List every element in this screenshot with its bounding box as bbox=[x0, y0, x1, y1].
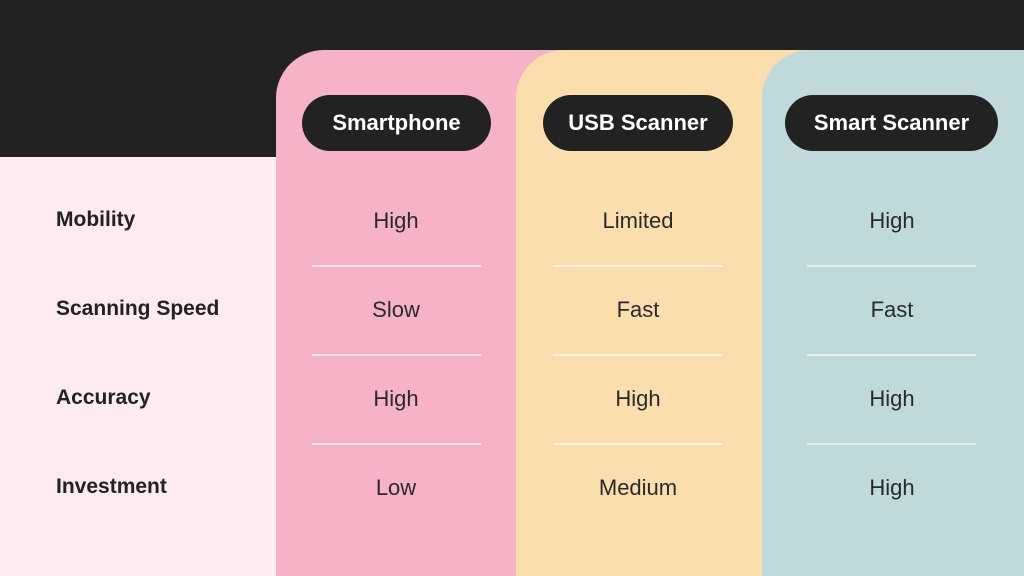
row-label-accuracy: Accuracy bbox=[56, 386, 151, 409]
column-header-smartphone: Smartphone bbox=[302, 95, 491, 151]
row-divider bbox=[553, 443, 722, 445]
row-divider bbox=[312, 354, 481, 356]
row-label-investment: Investment bbox=[56, 475, 167, 498]
cell: Limited bbox=[602, 208, 674, 233]
cell: High bbox=[869, 208, 915, 233]
row-divider bbox=[312, 443, 481, 445]
row-divider bbox=[807, 265, 976, 267]
cell: High bbox=[869, 475, 915, 500]
row-divider bbox=[553, 354, 722, 356]
row-divider bbox=[807, 443, 976, 445]
column-smart-scanner: Smart Scanner High Fast High High bbox=[762, 50, 1024, 576]
row-label-mobility: Mobility bbox=[56, 208, 136, 231]
cell: High bbox=[373, 208, 419, 233]
cell: High bbox=[373, 386, 419, 411]
column-header-usb-scanner: USB Scanner bbox=[543, 95, 733, 151]
row-divider bbox=[807, 354, 976, 356]
cell: Fast bbox=[870, 297, 914, 322]
cell: High bbox=[869, 386, 915, 411]
row-label-scanning-speed: Scanning Speed bbox=[56, 297, 220, 320]
cell: Slow bbox=[372, 297, 420, 322]
cell: Low bbox=[375, 475, 417, 500]
row-divider bbox=[312, 265, 481, 267]
cell: Fast bbox=[616, 297, 660, 322]
row-label-column bbox=[0, 157, 300, 576]
cell: High bbox=[615, 386, 661, 411]
cell: Medium bbox=[598, 475, 678, 500]
row-divider bbox=[553, 265, 722, 267]
column-header-smart-scanner: Smart Scanner bbox=[785, 95, 998, 151]
